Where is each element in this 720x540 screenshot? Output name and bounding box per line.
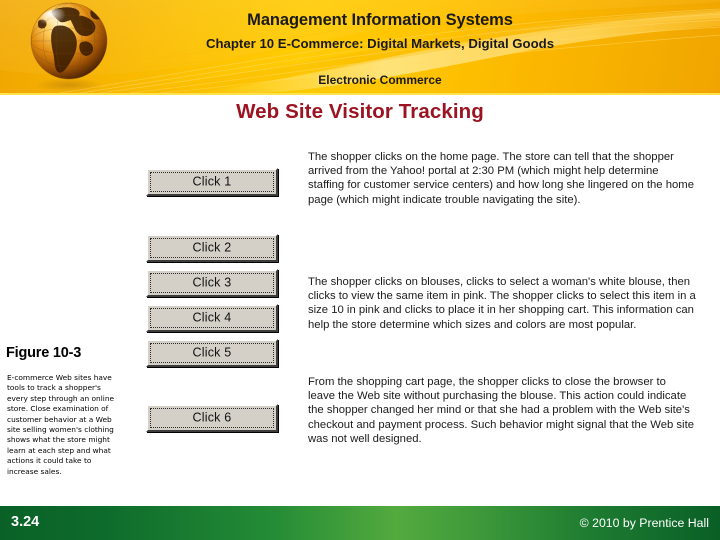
click-button-5-label: Click 5 <box>192 345 232 360</box>
click-button-6-label: Click 6 <box>192 410 232 425</box>
click-button-column: Click 1 Click 2 Click 3 Click 4 Click 5 <box>138 142 288 497</box>
click-button-4[interactable]: Click 4 <box>146 304 278 332</box>
chapter-subtitle: Chapter 10 E-Commerce: Digital Markets, … <box>205 36 555 51</box>
section-title: Electronic Commerce <box>318 73 442 87</box>
click-button-1-focus-ring: Click 1 <box>150 172 274 192</box>
click-button-5[interactable]: Click 5 <box>146 339 278 367</box>
click-button-1-label: Click 1 <box>192 174 232 189</box>
figure-paragraph-2: The shopper clicks on blouses, clicks to… <box>308 276 696 331</box>
globe-icon <box>30 2 108 92</box>
click-button-5-focus-ring: Click 5 <box>150 343 274 363</box>
click-button-6[interactable]: Click 6 <box>146 404 278 432</box>
click-button-3-label: Click 3 <box>192 275 232 290</box>
click-button-4-focus-ring: Click 4 <box>150 308 274 328</box>
click-button-1[interactable]: Click 1 <box>146 168 278 196</box>
click-button-4-label: Click 4 <box>192 310 232 325</box>
figure-paragraph-1: The shopper clicks on the home page. The… <box>308 151 694 206</box>
slide-footer: 3.24 © 2010 by Prentice Hall <box>0 506 720 540</box>
page-number: 3.24 <box>11 514 40 530</box>
click-button-2-label: Click 2 <box>192 240 232 255</box>
figure-label: Figure 10-3 <box>6 345 82 361</box>
figure-diagram: Click 1 Click 2 Click 3 Click 4 Click 5 <box>138 142 700 497</box>
page-title: Web Site Visitor Tracking <box>236 100 484 123</box>
slide-header: Management Information Systems Chapter 1… <box>0 0 720 95</box>
click-button-3-focus-ring: Click 3 <box>150 273 274 293</box>
figure-text-column: The shopper clicks on the home page. The… <box>308 142 700 497</box>
figure-paragraph-3: From the shopping cart page, the shopper… <box>308 376 694 445</box>
click-button-2-focus-ring: Click 2 <box>150 238 274 258</box>
figure-caption: E-commerce Web sites have tools to track… <box>7 373 115 476</box>
click-button-6-focus-ring: Click 6 <box>150 408 274 428</box>
click-button-3[interactable]: Click 3 <box>146 269 278 297</box>
click-button-2[interactable]: Click 2 <box>146 234 278 262</box>
copyright-notice: © 2010 by Prentice Hall <box>579 516 709 530</box>
course-title: Management Information Systems <box>247 11 513 29</box>
